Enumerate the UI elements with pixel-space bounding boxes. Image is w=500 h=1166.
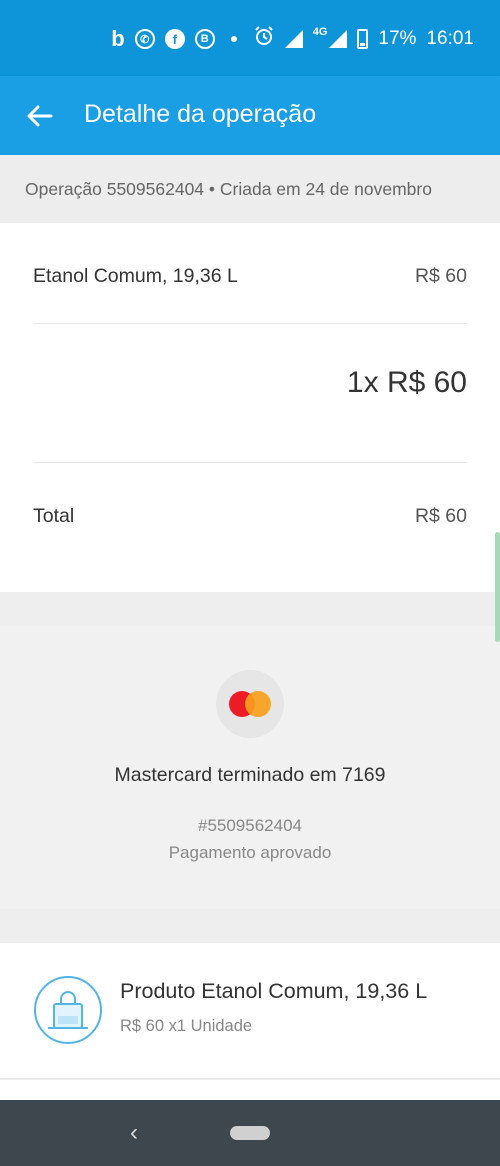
payment-id: #5509562404	[197, 816, 302, 835]
cell-signal-icon	[329, 30, 348, 48]
app-bar: Detalhe da operação	[0, 76, 500, 155]
arrow-left-icon	[27, 105, 53, 127]
mastercard-yellow-circle	[245, 691, 271, 717]
alarm-icon	[253, 25, 275, 53]
item-price: R$ 60	[414, 265, 467, 287]
battery-percent: 17%	[378, 28, 417, 49]
back-button[interactable]	[22, 98, 58, 134]
total-row: Total R$ 60	[33, 505, 467, 528]
network-type: 4G	[312, 26, 328, 38]
product-card[interactable]: Produto Etanol Comum, 19,36 L R$ 60 x1 U…	[0, 943, 500, 1079]
total-label: Total	[33, 505, 75, 527]
card-description: Mastercard terminado em 7169	[114, 764, 386, 786]
payment-status: Pagamento aprovado	[168, 843, 332, 862]
quantity-price: 1x R$ 60	[346, 366, 467, 399]
items-card: Etanol Comum, 19,36 L R$ 60 1x R$ 60 Tot…	[0, 223, 500, 592]
item-label: Etanol Comum, 19,36 L	[33, 265, 238, 287]
b-app-icon: b	[111, 26, 125, 51]
payment-card: Mastercard terminado em 7169 #5509562404…	[0, 626, 500, 909]
status-icons: b ✆ f B 4G 17% 16:01	[111, 26, 474, 52]
shopping-bag-icon	[34, 976, 102, 1044]
product-title: Produto Etanol Comum, 19,36 L	[120, 979, 428, 1003]
page-title: Detalhe da operação	[84, 100, 317, 128]
total-value: R$ 60	[414, 505, 467, 527]
facebook-icon: f	[164, 29, 185, 49]
navigation-bar: ‹	[0, 1100, 500, 1166]
battery-icon	[357, 29, 369, 49]
operation-info: Operação 5509562404 • Criada em 24 de no…	[25, 179, 432, 199]
home-pill-icon[interactable]	[230, 1126, 270, 1140]
chevron-left-icon[interactable]: ‹	[130, 1120, 150, 1146]
whatsapp-icon: ✆	[134, 29, 155, 49]
dot-icon	[230, 36, 237, 42]
clock: 16:01	[426, 28, 474, 49]
list-spacer	[0, 1080, 500, 1100]
b-circle-icon: B	[194, 29, 215, 49]
scrollbar[interactable]	[495, 532, 500, 642]
divider	[33, 323, 467, 324]
mastercard-logo	[216, 670, 284, 738]
operation-header: Operação 5509562404 • Criada em 24 de no…	[0, 155, 500, 223]
wifi-signal-icon	[284, 30, 303, 48]
product-subtitle: R$ 60 x1 Unidade	[120, 1017, 253, 1035]
item-row: Etanol Comum, 19,36 L R$ 60	[33, 265, 467, 288]
status-bar: b ✆ f B 4G 17% 16:01	[0, 0, 500, 76]
divider	[33, 462, 467, 463]
